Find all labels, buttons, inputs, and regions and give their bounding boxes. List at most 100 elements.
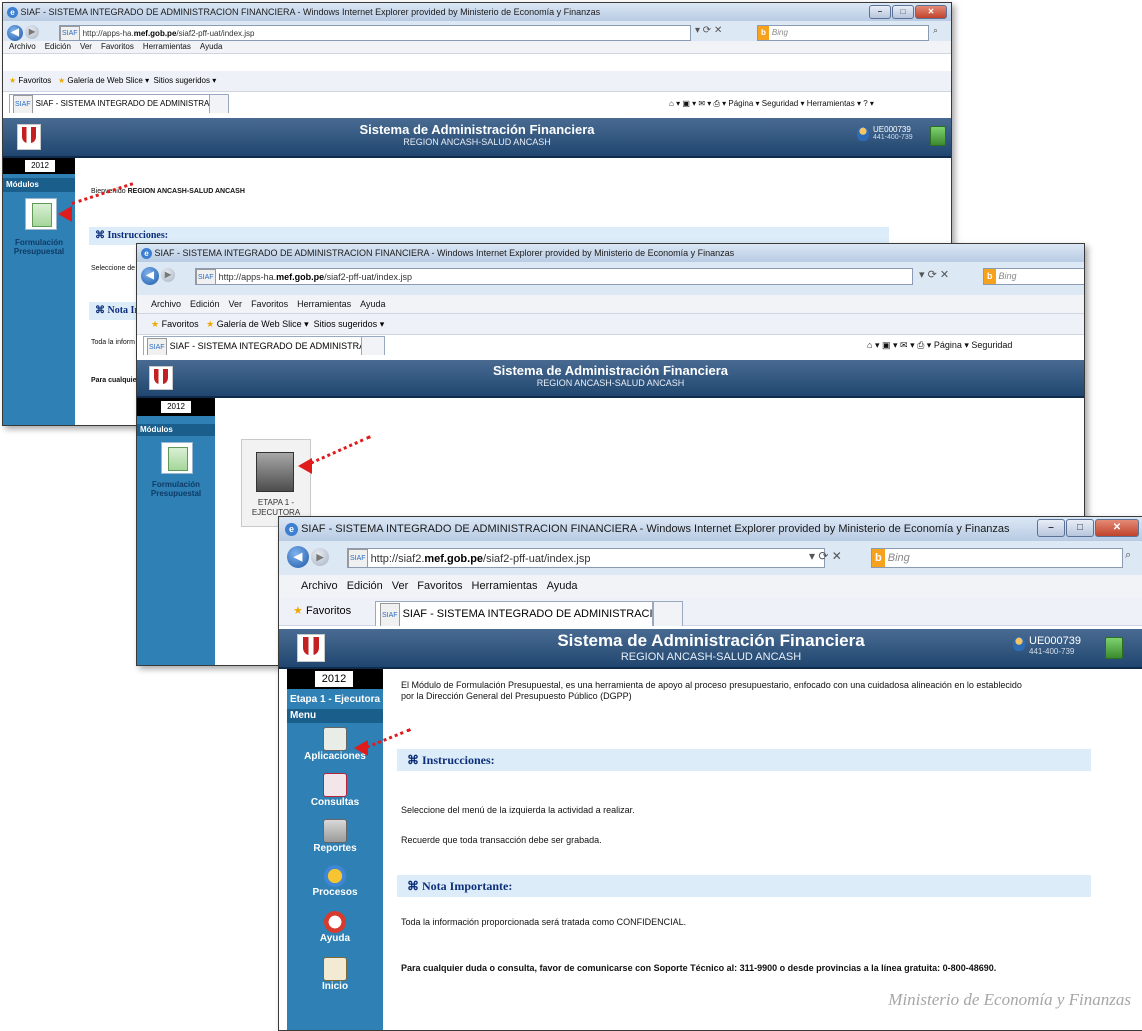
new-tab-button[interactable] — [209, 94, 229, 113]
budget-module-icon[interactable] — [161, 442, 193, 474]
forward-button[interactable]: ▶ — [25, 25, 39, 39]
app-header: Sistema de Administración Financiera REG… — [279, 629, 1142, 669]
print-icon[interactable]: ⎙ — [714, 99, 720, 108]
minimize-button[interactable]: – — [1037, 519, 1065, 537]
back-button[interactable]: ◀ — [141, 267, 159, 285]
page-menu[interactable]: Página — [728, 99, 753, 108]
security-menu[interactable]: Seguridad — [762, 99, 798, 108]
browser-tab[interactable]: SIAF SIAF - SISTEMA INTEGRADO DE ADMINIST… — [143, 336, 362, 355]
print-icon[interactable]: ⎙ — [917, 340, 924, 350]
search-box[interactable]: b Bing — [757, 25, 929, 41]
new-tab-button[interactable] — [653, 601, 683, 626]
menu-ver[interactable]: Ver — [80, 42, 92, 51]
search-icon[interactable]: ⌕ — [1125, 549, 1131, 562]
refresh-stop-icons[interactable]: ▾ ⟳ ✕ — [919, 268, 949, 281]
tools-menu[interactable]: Herramientas — [807, 99, 855, 108]
web-slice-link[interactable]: Galería de Web Slice — [67, 76, 142, 85]
modules-label: Módulos — [3, 178, 75, 192]
menu-ayuda[interactable]: Ayuda — [360, 299, 385, 309]
menu-favoritos[interactable]: Favoritos — [101, 42, 134, 51]
menu-ayuda[interactable]: Ayuda — [200, 42, 223, 51]
menu-item-reportes[interactable]: Reportes — [287, 819, 383, 854]
forward-button[interactable]: ▶ — [311, 548, 329, 566]
ie-icon: e — [7, 7, 18, 18]
close-button[interactable]: ✕ — [915, 5, 947, 19]
menu-item-ayuda[interactable]: Ayuda — [287, 911, 383, 944]
help-icon[interactable]: ? — [863, 99, 867, 108]
menu-archivo[interactable]: Archivo — [9, 42, 36, 51]
menu-ayuda[interactable]: Ayuda — [547, 580, 578, 592]
back-button[interactable]: ◀ — [7, 25, 23, 41]
menu-item-consultas[interactable]: Consultas — [287, 773, 383, 808]
menu-archivo[interactable]: Archivo — [151, 299, 181, 309]
window-title: SIAF - SISTEMA INTEGRADO DE ADMINISTRACI… — [154, 248, 735, 258]
budget-module-icon[interactable] — [25, 198, 57, 230]
menu-ver[interactable]: Ver — [229, 299, 243, 309]
security-menu[interactable]: Seguridad — [971, 340, 1012, 350]
maximize-button[interactable]: □ — [892, 5, 914, 19]
exit-icon[interactable] — [1105, 637, 1123, 659]
minimize-button[interactable]: – — [869, 5, 891, 19]
menu-herramientas[interactable]: Herramientas — [472, 580, 538, 592]
search-icon[interactable]: ⌕ — [933, 25, 938, 36]
menu-item-inicio[interactable]: Inicio — [287, 957, 383, 992]
browser-tab[interactable]: SIAF SIAF - SISTEMA INTEGRADO DE ADMINIST… — [9, 94, 210, 113]
book-icon — [323, 773, 347, 797]
url-domain: mef.gob.pe — [424, 552, 484, 565]
back-button[interactable]: ◀ — [287, 546, 309, 568]
address-bar[interactable]: SIAF http://apps-ha.mef.gob.pe/siaf2-pff-… — [59, 25, 691, 41]
menu-herramientas[interactable]: Herramientas — [297, 299, 351, 309]
maximize-button[interactable]: □ — [1066, 519, 1094, 537]
menu-edicion[interactable]: Edición — [347, 580, 383, 592]
feeds-icon[interactable]: ▣ — [682, 99, 690, 108]
url-path: /siaf2-pff-uat/index.jsp — [176, 29, 255, 39]
add-favorite-icon[interactable]: ★ — [58, 76, 65, 85]
close-button[interactable]: ✕ — [1095, 519, 1139, 537]
lifebuoy-icon — [324, 911, 346, 933]
home-icon[interactable]: ⌂ — [669, 99, 674, 108]
etapa-1-ejecutora-button[interactable]: ETAPA 1 - EJECUTORA — [241, 439, 311, 527]
confidential-text: Toda la inform — [91, 339, 135, 346]
note-section-header: ⌘ Nota Importante: — [397, 875, 1091, 897]
menu-item-label: Procesos — [312, 887, 358, 898]
menu-bar: Archivo Edición Ver Favoritos Herramientas Ay… — [137, 295, 1084, 314]
page-menu[interactable]: Página — [934, 340, 962, 350]
web-slice-link[interactable]: Galería de Web Slice — [217, 319, 302, 329]
exit-icon[interactable] — [930, 126, 946, 146]
add-favorite-icon[interactable]: ★ — [206, 319, 214, 329]
refresh-stop-icons[interactable]: ▾ ⟳ ✕ — [809, 549, 842, 563]
favorites-button[interactable]: Favoritos — [18, 76, 51, 85]
menu-favoritos[interactable]: Favoritos — [417, 580, 462, 592]
favorites-button[interactable]: Favoritos — [306, 605, 351, 617]
forward-button[interactable]: ▶ — [161, 268, 175, 282]
select-text: Seleccione de — [91, 265, 135, 272]
new-tab-button[interactable] — [361, 336, 385, 355]
mail-icon[interactable]: ✉ — [698, 99, 705, 108]
command-bar: ⌂ ▾ ▣ ▾ ✉ ▾ ⎙ ▾ Página ▾ Seguridad ▾ Her… — [669, 99, 874, 108]
suggested-sites-link[interactable]: Sitios sugeridos — [314, 319, 378, 329]
window-title-bar: e SIAF - SISTEMA INTEGRADO DE ADMINISTRA… — [3, 3, 951, 21]
refresh-stop-icons[interactable]: ▾ ⟳ ✕ — [695, 25, 722, 36]
favorites-button[interactable]: Favoritos — [162, 319, 199, 329]
search-box[interactable]: b Bing — [983, 268, 1084, 285]
menu-edicion[interactable]: Edición — [190, 299, 220, 309]
menu-favoritos[interactable]: Favoritos — [251, 299, 288, 309]
budget-module-label[interactable]: Formulación Presupuestal — [137, 480, 215, 498]
menu-edicion[interactable]: Edición — [45, 42, 71, 51]
mail-icon[interactable]: ✉ — [900, 340, 908, 350]
menu-archivo[interactable]: Archivo — [301, 580, 338, 592]
menu-herramientas[interactable]: Herramientas — [143, 42, 191, 51]
menu-ver[interactable]: Ver — [392, 580, 409, 592]
instructions-section-header: ⌘ Instrucciones: — [397, 749, 1091, 771]
browser-tab[interactable]: SIAF SIAF - SISTEMA INTEGRADO DE ADMINIST… — [375, 601, 653, 626]
suggested-sites-link[interactable]: Sitios sugeridos — [154, 76, 210, 85]
feeds-icon[interactable]: ▣ — [882, 340, 891, 350]
search-box[interactable]: b Bing — [871, 548, 1123, 568]
budget-module-label[interactable]: Formulación Presupuestal — [3, 238, 75, 256]
address-row: ◀ ▶ SIAF http://siaf2.mef.gob.pe/siaf2-pf… — [279, 541, 1142, 575]
url-prefix: http://siaf2. — [370, 552, 425, 565]
home-icon[interactable]: ⌂ — [867, 340, 872, 350]
menu-item-procesos[interactable]: Procesos — [287, 865, 383, 898]
address-bar[interactable]: SIAF http://siaf2.mef.gob.pe/siaf2-pff-ua… — [347, 548, 825, 568]
address-bar[interactable]: SIAF http://apps-ha.mef.gob.pe/siaf2-pff-… — [195, 268, 913, 285]
